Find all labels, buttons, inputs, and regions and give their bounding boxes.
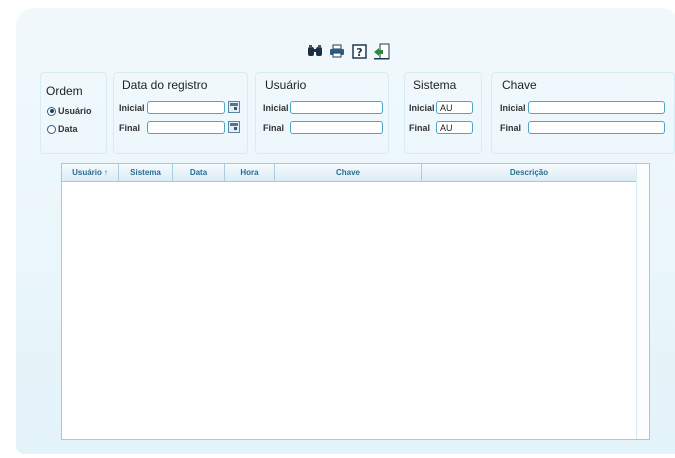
exit-icon[interactable] xyxy=(372,42,390,60)
ordem-option-data[interactable]: Data xyxy=(47,124,78,134)
column-header-descricao[interactable]: Descrição xyxy=(422,164,637,181)
sistema-final-input[interactable] xyxy=(436,121,473,134)
ordem-title: Ordem xyxy=(46,84,83,98)
sistema-title: Sistema xyxy=(413,78,457,92)
column-header-chave-label: Chave xyxy=(335,168,360,177)
grid-scrollbar[interactable] xyxy=(636,164,649,439)
ordem-option-usuario[interactable]: Usuário xyxy=(47,106,92,116)
sort-up-arrow-icon: ↑ xyxy=(103,168,108,177)
data-registro-final-input[interactable] xyxy=(147,121,225,134)
column-header-data-label: Data xyxy=(189,168,208,177)
ordem-option-usuario-label: Usuário xyxy=(58,106,92,116)
usuario-inicial-label: Inicial xyxy=(263,103,289,113)
sistema-inicial-label: Inicial xyxy=(409,103,435,113)
column-header-chave[interactable]: Chave xyxy=(275,164,422,181)
sistema-inicial-input[interactable] xyxy=(436,101,473,114)
printer-icon[interactable] xyxy=(328,42,346,60)
data-registro-title: Data do registro xyxy=(122,78,208,92)
column-header-hora[interactable]: Hora xyxy=(225,164,275,181)
sistema-final-label: Final xyxy=(409,123,431,133)
column-header-sistema[interactable]: Sistema xyxy=(119,164,173,181)
chave-inicial-label: Inicial xyxy=(500,103,526,113)
chave-final-label: Final xyxy=(500,123,522,133)
data-registro-inicial-label: Inicial xyxy=(119,103,145,113)
usuario-title: Usuário xyxy=(265,78,307,92)
help-icon[interactable]: ? xyxy=(350,42,368,60)
results-grid[interactable]: Usuário ↑ Sistema Data Hora Chave Descri… xyxy=(61,163,650,440)
column-header-hora-label: Hora xyxy=(240,168,259,177)
chave-inicial-input[interactable] xyxy=(528,101,665,114)
usuario-inicial-input[interactable] xyxy=(290,101,383,114)
radio-usuario[interactable] xyxy=(47,106,56,116)
chave-final-input[interactable] xyxy=(528,121,665,134)
radio-data[interactable] xyxy=(47,124,56,134)
column-header-usuario-label: Usuário xyxy=(72,168,102,177)
column-header-descricao-label: Descrição xyxy=(509,168,549,177)
usuario-final-input[interactable] xyxy=(290,121,383,134)
usuario-final-label: Final xyxy=(263,123,285,133)
toolbar: ? xyxy=(306,42,390,62)
calendar-icon[interactable] xyxy=(228,121,240,133)
data-registro-inicial-input[interactable] xyxy=(147,101,225,114)
chave-title: Chave xyxy=(502,78,537,92)
calendar-icon[interactable] xyxy=(228,101,240,113)
data-registro-final-label: Final xyxy=(119,123,141,133)
ordem-option-data-label: Data xyxy=(58,124,78,134)
column-header-sistema-label: Sistema xyxy=(130,168,161,177)
column-header-data[interactable]: Data xyxy=(173,164,225,181)
column-header-usuario[interactable]: Usuário ↑ xyxy=(62,164,119,181)
svg-text:?: ? xyxy=(356,46,362,59)
binoculars-icon[interactable] xyxy=(306,42,324,60)
grid-header: Usuário ↑ Sistema Data Hora Chave Descri… xyxy=(62,164,649,182)
